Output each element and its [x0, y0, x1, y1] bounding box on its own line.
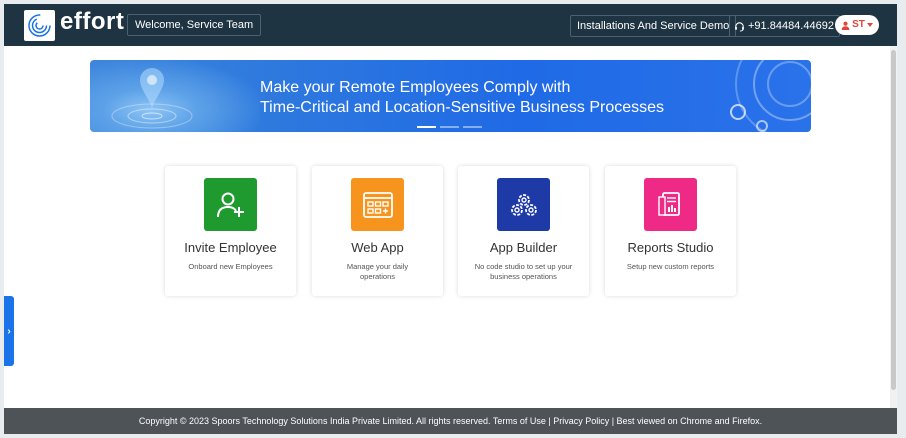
headset-icon	[735, 21, 744, 32]
card-title: App Builder	[489, 240, 558, 255]
card-desc-line: Onboard new Employees	[188, 262, 273, 271]
card-desc-line: operations	[359, 272, 396, 281]
invite-employee-card[interactable]: Invite Employee Onboard new Employees	[165, 166, 296, 296]
sidebar-toggle-tab[interactable]: ›	[4, 296, 14, 366]
vertical-scrollbar[interactable]	[890, 46, 897, 408]
app-builder-card[interactable]: App Builder No code studio to set up you…	[458, 166, 589, 296]
effort-logo[interactable]	[24, 10, 55, 41]
carousel-indicators	[417, 126, 482, 128]
logo-text: effort	[60, 8, 125, 35]
banner-headline: Make your Remote Employees Comply with T…	[260, 78, 664, 118]
card-desc-line: Manage your daily	[346, 262, 409, 271]
effort-logo-icon	[28, 14, 51, 37]
card-description: Manage your daily operations	[320, 262, 435, 282]
company-name-button[interactable]: Installations And Service Demo	[570, 15, 737, 37]
user-initials: ST	[852, 19, 865, 30]
top-header: effort Welcome, Service Team Installatio…	[4, 4, 897, 46]
add-user-icon	[204, 178, 257, 231]
carousel-dot-1[interactable]	[417, 126, 436, 128]
banner-line-2: Time-Critical and Location-Sensitive Bus…	[260, 99, 665, 116]
card-desc-line: business operations	[490, 272, 557, 281]
report-icon	[644, 178, 697, 231]
scrollbar-thumb[interactable]	[891, 50, 896, 390]
welcome-label: Welcome, Service Team	[127, 14, 262, 36]
chevron-right-icon: ›	[7, 325, 11, 337]
user-menu-button[interactable]: ST	[835, 15, 879, 35]
user-icon	[841, 21, 850, 30]
web-app-card[interactable]: Web App Manage your daily operations	[312, 166, 443, 296]
phone-number: +91.84484.44692	[748, 20, 834, 32]
caret-down-icon	[866, 23, 873, 27]
card-description: No code studio to set up your business o…	[466, 262, 581, 282]
card-title: Web App	[351, 240, 404, 255]
web-app-icon	[351, 178, 404, 231]
card-desc-line: Setup new custom reports	[626, 262, 715, 271]
card-title: Reports Studio	[627, 240, 714, 255]
app-frame: effort Welcome, Service Team Installatio…	[4, 4, 897, 434]
support-phone[interactable]: +91.84484.44692	[729, 15, 840, 37]
reports-studio-card[interactable]: Reports Studio Setup new custom reports	[605, 166, 736, 296]
hero-banner[interactable]: Make your Remote Employees Comply with T…	[90, 60, 811, 132]
page-footer: Copyright © 2023 Spoors Technology Solut…	[4, 408, 897, 434]
banner-line-1: Make your Remote Employees Comply with	[260, 79, 571, 96]
carousel-dot-3[interactable]	[463, 126, 482, 128]
card-title: Invite Employee	[184, 240, 277, 255]
card-description: Setup new custom reports	[613, 262, 728, 272]
card-desc-line: No code studio to set up your	[474, 262, 573, 271]
card-description: Onboard new Employees	[173, 262, 288, 272]
carousel-dot-2[interactable]	[440, 126, 459, 128]
gears-icon	[497, 178, 550, 231]
